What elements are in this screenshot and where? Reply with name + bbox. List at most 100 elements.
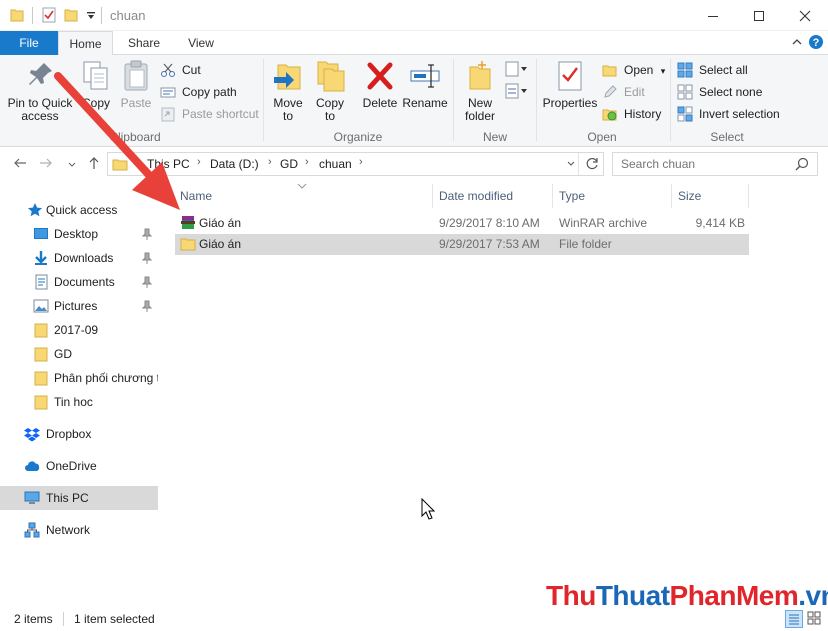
pin-icon [142, 228, 152, 240]
properties-button[interactable]: Properties [542, 59, 598, 110]
breadcrumb-this-pc[interactable]: This PC [147, 157, 190, 171]
tab-view[interactable]: View [176, 31, 226, 55]
copy-to-button[interactable]: Copy to [310, 59, 350, 123]
pin-icon [142, 276, 152, 288]
new-item-icon[interactable] [505, 61, 529, 82]
nav-item-tin-hoc[interactable]: Tin hoc [0, 390, 158, 414]
breadcrumb-separator-icon[interactable]: › [268, 156, 272, 168]
file-type: WinRAR archive [559, 216, 648, 230]
pin-to-quick-access-button[interactable]: Pin to Quick access [4, 59, 76, 123]
nav-item-network[interactable]: Network [0, 518, 158, 542]
edit-button[interactable]: Edit [602, 82, 645, 102]
column-separator[interactable] [671, 184, 672, 208]
nav-label: Network [46, 523, 91, 537]
maximize-button[interactable] [736, 0, 782, 31]
nav-item-downloads[interactable]: Downloads [0, 246, 158, 270]
nav-item-dropbox[interactable]: Dropbox [0, 422, 158, 446]
nav-item-phan-phoi-chuong[interactable]: Phân phối chương t [0, 366, 158, 390]
column-header-date-modified[interactable]: Date modified [439, 184, 513, 208]
delete-button[interactable]: Delete [360, 59, 400, 110]
breadcrumb-separator-icon[interactable]: › [359, 156, 363, 168]
selection-count: 1 item selected [74, 612, 155, 626]
breadcrumb-data-d[interactable]: Data (D:) [210, 157, 259, 171]
history-button[interactable]: History [602, 104, 661, 124]
new-folder-button[interactable]: New folder [460, 59, 500, 123]
tab-share[interactable]: Share [118, 31, 170, 55]
folder-icon [34, 371, 48, 386]
recent-locations-icon[interactable] [64, 157, 80, 173]
breadcrumb-separator-icon[interactable]: › [305, 156, 309, 168]
copy-to-icon [314, 59, 346, 93]
easy-access-icon[interactable] [505, 83, 529, 104]
nav-item-onedrive[interactable]: OneDrive [0, 454, 158, 478]
refresh-icon[interactable] [584, 156, 600, 175]
cloud-icon [25, 461, 40, 472]
edit-label: Edit [624, 85, 645, 99]
paste-shortcut-button[interactable]: Paste shortcut [160, 104, 259, 124]
rename-label: Rename [402, 96, 448, 110]
nav-item-pictures[interactable]: Pictures [0, 294, 158, 318]
help-icon[interactable]: ? [808, 34, 824, 50]
nav-item-gd[interactable]: GD [0, 342, 158, 366]
select-all-icon [677, 62, 693, 78]
new-folder-icon[interactable] [64, 7, 78, 26]
collapse-ribbon-icon[interactable] [789, 34, 805, 50]
move-to-label-line2: to [282, 109, 293, 123]
address-row: › This PC › Data (D:) › GD › chuan › [0, 147, 828, 181]
invert-selection-button[interactable]: Invert selection [677, 104, 780, 124]
address-bar[interactable]: › This PC › Data (D:) › GD › chuan › [107, 152, 604, 176]
address-dropdown-icon[interactable] [566, 158, 576, 172]
breadcrumb-chuan[interactable]: chuan [319, 157, 352, 171]
open-label: Open [624, 63, 654, 77]
column-header-type[interactable]: Type [559, 184, 585, 208]
search-input[interactable] [621, 157, 791, 171]
copy-to-label-line2: to [324, 109, 335, 123]
cut-button[interactable]: Cut [160, 60, 201, 80]
nav-item-this-pc[interactable]: This PC [0, 486, 158, 510]
column-separator[interactable] [432, 184, 433, 208]
column-header-name[interactable]: Name [180, 184, 212, 208]
nav-item-documents[interactable]: Documents [0, 270, 158, 294]
minimize-button[interactable] [690, 0, 736, 31]
paste-button[interactable]: Paste [118, 59, 154, 110]
watermark-logo: ThuThuatPhanMem.vn [546, 578, 828, 614]
properties-icon[interactable] [42, 7, 56, 26]
select-none-button[interactable]: Select none [677, 82, 762, 102]
move-to-button[interactable]: Move to [268, 59, 308, 123]
rename-button[interactable]: Rename [402, 59, 448, 110]
table-row[interactable]: Giáo án 9/29/2017 7:53 AM File folder [175, 234, 749, 255]
select-all-label: Select all [699, 63, 748, 77]
delete-label: Delete [362, 96, 398, 110]
close-button[interactable] [782, 0, 828, 31]
nav-item-desktop[interactable]: Desktop [0, 222, 158, 246]
nav-item-quick-access[interactable]: Quick access [0, 198, 158, 222]
column-separator[interactable] [552, 184, 553, 208]
customize-qat-icon[interactable] [86, 10, 96, 24]
cut-label: Cut [182, 63, 201, 77]
nav-label: Tin hoc [54, 395, 93, 409]
back-arrow-icon[interactable] [12, 155, 28, 171]
properties-icon [554, 59, 586, 93]
nav-item-2017-09[interactable]: 2017-09 [0, 318, 158, 342]
up-arrow-icon[interactable] [86, 155, 102, 171]
column-header-size[interactable]: Size [678, 184, 701, 208]
folder-icon [180, 238, 196, 251]
forward-arrow-icon[interactable] [38, 155, 54, 171]
folder-icon [10, 7, 24, 26]
winrar-icon [181, 216, 195, 229]
open-button[interactable]: Open ▾ [602, 60, 665, 80]
copy-button[interactable]: Copy [80, 59, 112, 110]
tab-home[interactable]: Home [58, 31, 113, 56]
breadcrumb-separator-icon[interactable]: › [197, 156, 201, 168]
copy-path-label: Copy path [182, 85, 237, 99]
breadcrumb-gd[interactable]: GD [280, 157, 298, 171]
copy-path-button[interactable]: Copy path [160, 82, 237, 102]
tab-file[interactable]: File [0, 31, 58, 55]
new-folder-icon [464, 59, 496, 93]
column-separator[interactable] [748, 184, 749, 208]
dropbox-icon [24, 428, 40, 442]
breadcrumb-separator-icon[interactable]: › [134, 156, 138, 168]
search-icon[interactable] [795, 157, 809, 174]
select-all-button[interactable]: Select all [677, 60, 748, 80]
table-row[interactable]: Giáo án 9/29/2017 8:10 AM WinRAR archive… [175, 213, 749, 234]
